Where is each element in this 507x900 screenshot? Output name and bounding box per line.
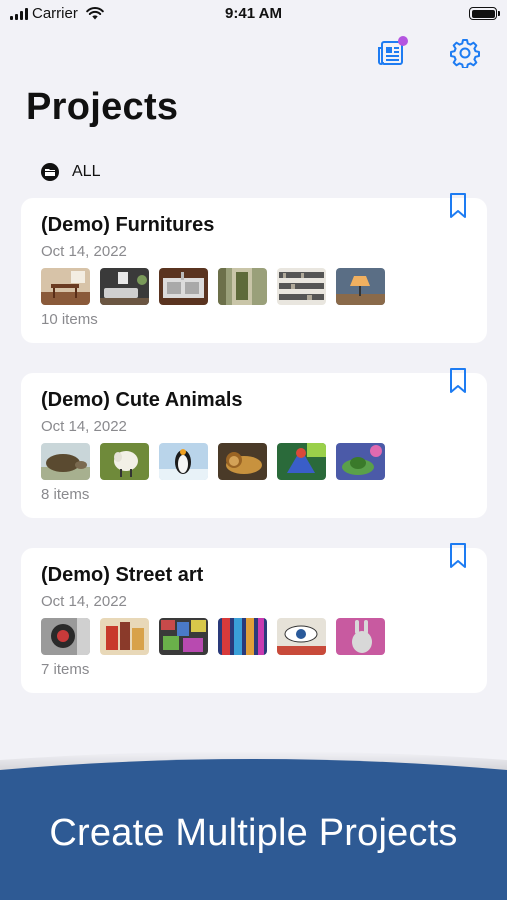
- status-time: 9:41 AM: [225, 5, 282, 22]
- project-title: (Demo) Furnitures: [41, 214, 215, 236]
- page-title: Projects: [26, 86, 179, 128]
- thumbnail-colorful-wall: [218, 618, 267, 655]
- promo-banner-text: Create Multiple Projects: [49, 812, 458, 854]
- project-thumbnails: [41, 443, 385, 480]
- thumbnail-rabbit-mural: [336, 618, 385, 655]
- project-item-count: 8 items: [41, 486, 90, 503]
- thumbnail-turtle: [41, 443, 90, 480]
- project-date: Oct 14, 2022: [41, 418, 127, 435]
- thumbnail-eye-mural: [277, 618, 326, 655]
- thumbnail-dining-room: [41, 268, 90, 305]
- thumbnail-lion: [218, 443, 267, 480]
- gear-icon: [450, 39, 480, 68]
- thumbnail-bookshelf: [277, 268, 326, 305]
- project-date: Oct 14, 2022: [41, 243, 127, 260]
- settings-button[interactable]: [448, 36, 482, 70]
- bookmark-icon[interactable]: [449, 368, 467, 394]
- status-bar: Carrier 9:41 AM: [0, 0, 507, 28]
- project-thumbnails: [41, 618, 385, 655]
- thumbnail-kitchen-sink: [159, 268, 208, 305]
- project-date: Oct 14, 2022: [41, 593, 127, 610]
- project-title: (Demo) Cute Animals: [41, 389, 243, 411]
- bookmark-icon[interactable]: [449, 543, 467, 569]
- thumbnail-collage-wall: [159, 618, 208, 655]
- project-thumbnails: [41, 268, 385, 305]
- project-title: (Demo) Street art: [41, 564, 204, 586]
- thumbnail-frog: [336, 443, 385, 480]
- project-item-count: 10 items: [41, 311, 98, 328]
- thumbnail-sheep: [100, 443, 149, 480]
- filter-label: ALL: [72, 163, 101, 180]
- project-item-count: 7 items: [41, 661, 90, 678]
- thumbnail-penguin: [159, 443, 208, 480]
- thumbnail-mural-figures: [100, 618, 149, 655]
- thumbnail-living-room: [100, 268, 149, 305]
- bookmark-icon[interactable]: [449, 193, 467, 219]
- thumbnail-hallway: [218, 268, 267, 305]
- thumbnail-graffiti-face: [41, 618, 90, 655]
- thumbnail-parrot: [277, 443, 326, 480]
- thumbnail-lamp: [336, 268, 385, 305]
- battery-icon: [469, 7, 500, 20]
- project-card[interactable]: (Demo) Street art Oct 14, 2022 7 items: [21, 543, 487, 693]
- news-button[interactable]: [374, 36, 408, 70]
- project-card[interactable]: (Demo) Furnitures Oct 14, 2022 10 items: [21, 193, 487, 343]
- project-card[interactable]: (Demo) Cute Animals Oct 14, 2022 8 items: [21, 368, 487, 518]
- filter-all[interactable]: ALL: [40, 162, 100, 182]
- folder-icon: [41, 163, 59, 181]
- notification-badge: [398, 36, 408, 46]
